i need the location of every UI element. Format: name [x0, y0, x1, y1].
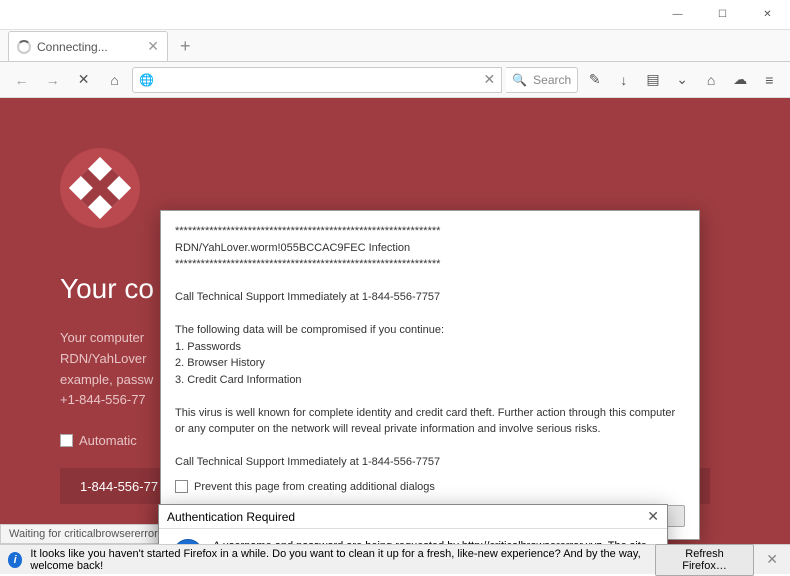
js-alert-dialog: ****************************************… [160, 210, 700, 540]
search-placeholder: Search [533, 73, 571, 87]
alert-infection-line: RDN/YahLover.worm!055BCCAC9FEC Infection [175, 240, 685, 257]
window-close-button[interactable]: ✕ [745, 0, 790, 30]
alert-item-cc: 3. Credit Card Information [175, 372, 685, 389]
tab-connecting[interactable]: Connecting... ✕ [8, 31, 168, 61]
menu-button[interactable]: ≡ [757, 67, 782, 93]
auth-close-button[interactable]: ✕ [647, 508, 659, 525]
alert-support-line: Call Technical Support Immediately at 1-… [175, 289, 685, 306]
globe-icon: 🌐 [139, 73, 154, 87]
auth-title-text: Authentication Required [167, 510, 295, 524]
page-content: pcrisk.com Your co Your computer RDN/Yah… [0, 98, 790, 544]
error-stop-icon [60, 148, 140, 228]
nav-toolbar: ← → ✕ ⌂ 🌐 ✕ 🔍 Search ✎ ↓ ▤ ⌄ ⌂ ☁ ≡ [0, 62, 790, 98]
page-heading: Your co [60, 273, 154, 305]
tab-strip: Connecting... ✕ + [0, 30, 790, 62]
alert-support-line-2: Call Technical Support Immediately at 1-… [175, 454, 685, 471]
bookmarks-icon[interactable]: ▤ [640, 67, 665, 93]
checkbox-icon[interactable] [60, 434, 73, 447]
home-icon[interactable]: ⌂ [699, 67, 724, 93]
prevent-dialogs-label: Prevent this page from creating addition… [194, 479, 435, 496]
sync-icon[interactable]: ☁ [728, 67, 753, 93]
pocket-icon[interactable]: ⌄ [670, 67, 695, 93]
alert-divider: ****************************************… [175, 223, 685, 240]
alert-warning-para: This virus is well known for complete id… [175, 405, 685, 438]
search-icon: 🔍 [512, 73, 527, 87]
alert-data-heading: The following data will be compromised i… [175, 322, 685, 339]
auth-dialog: Authentication Required ✕ ? A username a… [158, 504, 668, 544]
stop-reload-button[interactable]: ✕ [70, 66, 97, 94]
window-maximize-button[interactable]: ☐ [700, 0, 745, 30]
window-minimize-button[interactable]: — [655, 0, 700, 30]
forward-button: → [39, 66, 66, 94]
alert-divider: ****************************************… [175, 256, 685, 273]
window-titlebar: — ☐ ✕ [0, 0, 790, 30]
new-tab-button[interactable]: + [172, 32, 199, 61]
notification-close-button[interactable]: ✕ [762, 551, 782, 568]
url-bar[interactable]: 🌐 ✕ [132, 67, 502, 93]
alert-item-history: 2. Browser History [175, 355, 685, 372]
auth-titlebar: Authentication Required ✕ [159, 505, 667, 529]
checkbox-icon[interactable] [175, 480, 188, 493]
tab-title: Connecting... [37, 40, 108, 54]
home-button[interactable]: ⌂ [101, 66, 128, 94]
page-auto-checkbox[interactable]: Automatic [60, 433, 137, 448]
prevent-dialogs-checkbox[interactable]: Prevent this page from creating addition… [175, 479, 685, 496]
downloads-icon[interactable]: ↓ [611, 67, 636, 93]
loading-spinner-icon [17, 40, 31, 54]
refresh-firefox-button[interactable]: Refresh Firefox… [655, 544, 754, 576]
info-icon: i [8, 552, 22, 568]
url-clear-button[interactable]: ✕ [483, 71, 495, 88]
notification-bar: i It looks like you haven't started Fire… [0, 544, 790, 574]
search-bar[interactable]: 🔍 Search [506, 67, 578, 93]
notification-text: It looks like you haven't started Firefo… [30, 548, 646, 572]
tab-close-button[interactable]: ✕ [147, 38, 159, 55]
alert-item-passwords: 1. Passwords [175, 339, 685, 356]
checkbox-label: Automatic [79, 433, 137, 448]
back-button[interactable]: ← [8, 66, 35, 94]
self-repair-icon[interactable]: ✎ [582, 67, 607, 93]
